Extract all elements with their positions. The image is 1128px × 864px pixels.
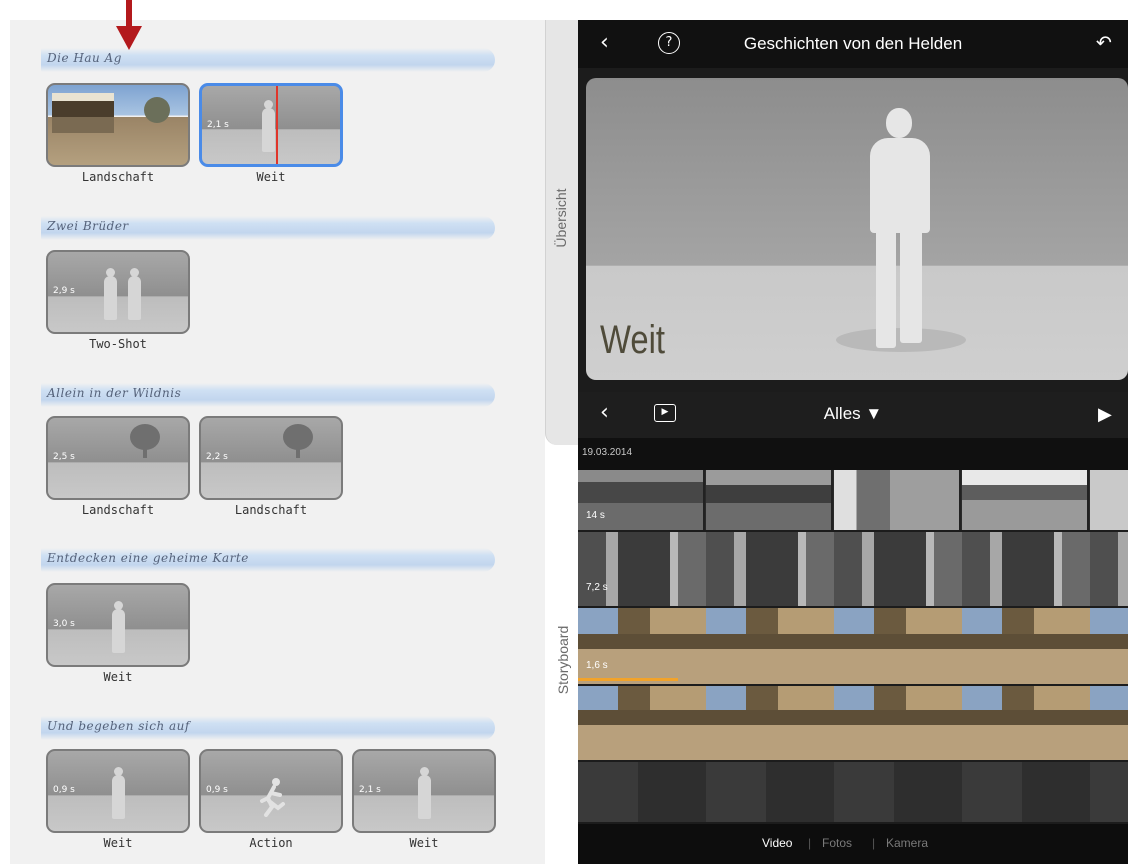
media-source-tabs: Video | Fotos | Kamera [578, 824, 1128, 864]
shot-label: Landschaft [81, 503, 155, 517]
clip-duration: 14 s [586, 510, 605, 521]
shot-weit[interactable]: 3,0 s Weit [46, 583, 190, 684]
project-title: Geschichten von den Helden [743, 34, 963, 53]
overview-tab[interactable]: Übersicht [545, 20, 578, 445]
editor-panel: ‹ ? Geschichten von den Helden ↶ Weit ‹ … [578, 20, 1128, 864]
shot-thumbnail[interactable]: 2,5 s [46, 416, 190, 500]
building-image [52, 93, 114, 133]
tab-separator: | [872, 836, 876, 850]
shot-action[interactable]: 0,9 s Action [199, 749, 343, 850]
section-banner[interactable]: Allein in der Wildnis [41, 383, 495, 407]
section-title: Und begeben sich auf [47, 719, 190, 733]
tree-image [144, 97, 170, 123]
play-icon[interactable]: ▶ [1098, 404, 1112, 425]
shot-label: Weit [103, 670, 133, 684]
tree-icon [283, 424, 313, 458]
red-arrow-annotation [116, 0, 142, 50]
preview-viewer[interactable]: Weit [586, 78, 1128, 380]
section-banner[interactable]: Die Hau Ag [41, 48, 495, 72]
section-banner[interactable]: Entdecken eine geheime Karte [41, 548, 495, 572]
person-silhouette-icon [128, 268, 141, 320]
top-bar: ‹ ? Geschichten von den Helden ↶ [578, 20, 1128, 68]
person-silhouette-icon [856, 108, 946, 348]
media-clip[interactable]: 14 s [578, 470, 1128, 530]
shot-thumbnail[interactable]: 2,1 s [352, 749, 496, 833]
storyboard-tab-label[interactable]: Storyboard [555, 621, 571, 699]
section-banner[interactable]: Zwei Brüder [41, 216, 495, 240]
preview-shot-label: Weit [600, 318, 666, 362]
section-banner[interactable]: Und begeben sich auf [41, 716, 495, 740]
media-clip[interactable] [578, 686, 1128, 760]
shot-label: Action [249, 836, 293, 850]
shot-duration: 2,9 s [53, 286, 75, 296]
shot-label: Landschaft [234, 503, 308, 517]
person-silhouette-icon [112, 767, 125, 819]
shot-weit-selected[interactable]: 2,1 s Weit [199, 83, 343, 184]
shot-landschaft[interactable]: Landschaft [46, 83, 190, 184]
runner-icon [260, 778, 285, 817]
person-silhouette-icon [262, 100, 275, 152]
tree-icon [130, 424, 160, 458]
shot-label: Weit [103, 836, 133, 850]
shot-thumbnail[interactable]: 0,9 s [199, 749, 343, 833]
shot-duration: 0,9 s [206, 785, 228, 795]
shot-thumbnail[interactable]: 2,9 s [46, 250, 190, 334]
shot-duration: 2,1 s [359, 785, 381, 795]
shot-thumbnail[interactable]: 2,1 s [199, 83, 343, 167]
media-clip[interactable]: 1,6 s [578, 608, 1128, 684]
section-title: Allein in der Wildnis [47, 386, 182, 400]
person-silhouette-icon [112, 601, 125, 653]
shot-thumbnail[interactable]: 2,2 s [199, 416, 343, 500]
shot-duration: 3,0 s [53, 619, 75, 629]
undo-icon[interactable]: ↶ [1096, 32, 1112, 54]
tab-separator: | [808, 836, 812, 850]
person-silhouette-icon [418, 767, 431, 819]
media-clip[interactable] [578, 762, 1128, 822]
tab-photos[interactable]: Fotos [822, 836, 852, 850]
shot-duration: 2,5 s [53, 452, 75, 462]
shot-weit[interactable]: 2,1 s Weit [352, 749, 496, 850]
shot-label: Two-Shot [89, 337, 147, 351]
shot-two-shot[interactable]: 2,9 s Two-Shot [46, 250, 190, 351]
date-header: 19.03.2014 [578, 438, 1128, 470]
overview-tab-label: Übersicht [553, 188, 569, 248]
clip-date: 19.03.2014 [582, 447, 633, 458]
clip-duration: 1,6 s [586, 660, 608, 671]
section-title: Zwei Brüder [47, 219, 129, 233]
section-title: Entdecken eine geheime Karte [47, 551, 249, 565]
section-title: Die Hau Ag [47, 51, 122, 65]
shot-duration: 2,1 s [207, 120, 229, 130]
person-silhouette-icon [104, 268, 117, 320]
shot-landschaft[interactable]: 2,2 s Landschaft [199, 416, 343, 517]
media-clip[interactable]: 7,2 s [578, 532, 1128, 606]
shot-label: Weit [256, 170, 286, 184]
shot-thumbnail[interactable]: 0,9 s [46, 749, 190, 833]
tab-camera[interactable]: Kamera [886, 836, 928, 850]
shot-landschaft[interactable]: 2,5 s Landschaft [46, 416, 190, 517]
shot-thumbnail[interactable] [46, 83, 190, 167]
shot-weit[interactable]: 0,9 s Weit [46, 749, 190, 850]
shot-duration: 0,9 s [53, 785, 75, 795]
shot-label: Weit [409, 836, 439, 850]
progress-indicator [578, 678, 678, 681]
storyboard-panel: Die Hau Ag Landschaft 2,1 s Weit Zwei Br… [10, 20, 545, 864]
shot-thumbnail[interactable]: 3,0 s [46, 583, 190, 667]
clip-duration: 7,2 s [586, 582, 608, 593]
filter-dropdown[interactable]: Alles ▼ [578, 404, 1128, 424]
shot-duration: 2,2 s [206, 452, 228, 462]
playhead-marker[interactable] [276, 86, 278, 164]
shot-label: Landschaft [81, 170, 155, 184]
tab-video[interactable]: Video [762, 836, 792, 850]
media-bar: ‹ ▶ Alles ▼ ▶ [578, 392, 1128, 438]
